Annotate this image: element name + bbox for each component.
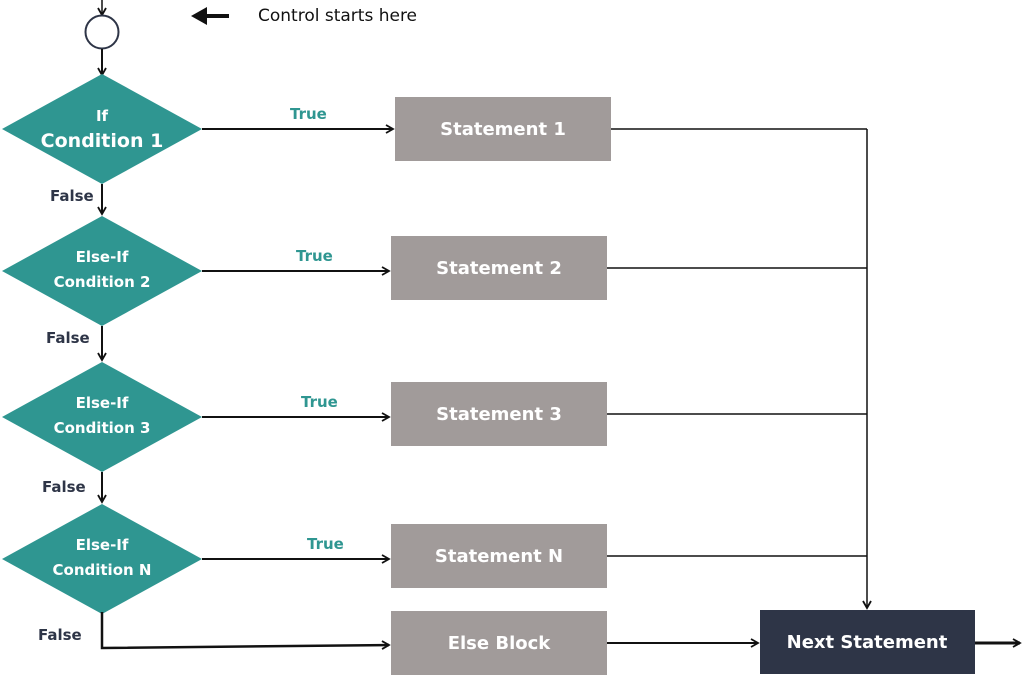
next-statement-label: Next Statement <box>787 632 948 653</box>
statement-label: Statement 2 <box>436 258 562 279</box>
condition-name: Condition 1 <box>41 130 164 152</box>
statement-3: Statement 3 <box>391 382 607 446</box>
condition-3: Else-If Condition 3 <box>2 362 202 472</box>
condition-1: If Condition 1 <box>2 74 202 184</box>
left-arrow-icon <box>191 7 229 25</box>
condition-name: Condition 2 <box>54 273 151 291</box>
condition-4: Else-If Condition N <box>2 504 202 614</box>
statement-label: Statement 3 <box>436 404 562 425</box>
condition-name: Condition 3 <box>54 419 151 437</box>
false-label: False <box>42 478 86 496</box>
condition-diamond <box>2 362 202 472</box>
condition-name: Condition N <box>53 561 152 579</box>
statement-label: Statement N <box>435 546 563 567</box>
statement-2: Statement 2 <box>391 236 607 300</box>
statement-label: Statement 1 <box>440 119 566 140</box>
false-to-else-arrow <box>100 612 391 650</box>
start-connector-circle <box>84 14 120 50</box>
control-starts-annotation: Control starts here <box>258 6 417 26</box>
true-label: True <box>296 247 333 265</box>
true-label: True <box>307 535 344 553</box>
condition-keyword: Else-If <box>76 394 129 412</box>
true-label: True <box>290 105 327 123</box>
condition-diamond <box>2 74 202 184</box>
condition-keyword: Else-If <box>76 248 129 266</box>
statement-1: Statement 1 <box>395 97 611 161</box>
false-label: False <box>46 329 90 347</box>
true-label: True <box>301 393 338 411</box>
condition-keyword: If <box>96 107 109 125</box>
statement-4: Statement N <box>391 524 607 588</box>
condition-keyword: Else-If <box>76 536 129 554</box>
condition-2: Else-If Condition 2 <box>2 216 202 326</box>
false-label: False <box>50 187 94 205</box>
false-label-to-else: False <box>38 626 82 644</box>
condition-diamond <box>2 504 202 614</box>
condition-diamond <box>2 216 202 326</box>
if-else-if-flowchart: Control starts here If Condition 1 True Fal… <box>2 0 1022 675</box>
else-block-label: Else Block <box>448 633 552 654</box>
